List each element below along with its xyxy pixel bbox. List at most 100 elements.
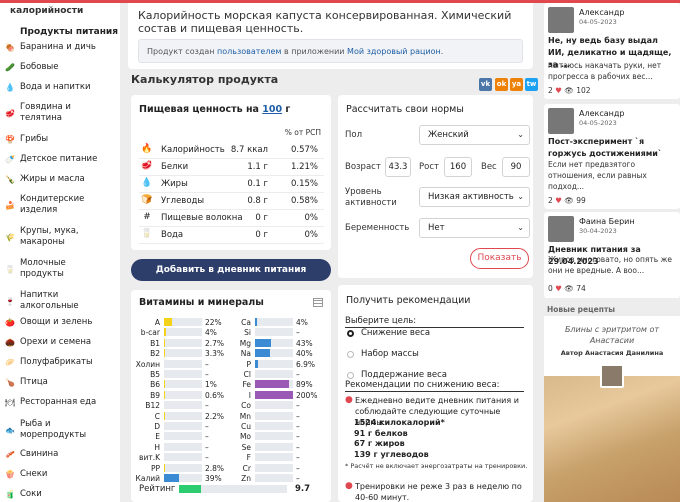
vitamin-name: Mn: [239, 411, 251, 421]
sidebar-item[interactable]: 🍼 Детское питание: [0, 154, 120, 165]
post-stats: 2 ♥ 👁 99: [548, 196, 586, 205]
nutrient-value: 8.7 ккал: [230, 145, 268, 155]
vitamin-row: B2 3.3%: [130, 348, 230, 359]
age-input[interactable]: 43.3: [385, 157, 411, 177]
sidebar-item[interactable]: 🥩 Говядина и телятина: [0, 102, 120, 124]
radio-button[interactable]: [347, 350, 354, 358]
app-link[interactable]: Мой здоровый рацион: [347, 47, 441, 56]
recipe-image[interactable]: [544, 376, 680, 502]
like-icon[interactable]: ♥: [555, 196, 562, 205]
goal-label: Выберите цель:: [345, 316, 524, 328]
vitamin-bar: [255, 318, 293, 326]
recommendations-heading: Получить рекомендации: [346, 295, 471, 306]
footnote: * Расчёт не включает энергозатраты на тр…: [345, 462, 528, 470]
like-icon[interactable]: ♥: [555, 284, 562, 293]
vitamin-row: Na 40%: [221, 348, 321, 359]
post-author[interactable]: Фаина Берин: [579, 217, 635, 226]
feed-post[interactable]: Александр 04-05-2023 Не, ну ведь базу выда…: [544, 3, 680, 99]
creator-user-link[interactable]: пользователем: [217, 47, 281, 56]
sidebar-item[interactable]: 🥓 Свинина: [0, 449, 120, 460]
goal-option[interactable]: Набор массы: [347, 349, 419, 359]
vitamin-percent: –: [296, 463, 300, 473]
views-icon: 👁: [564, 196, 574, 205]
chevron-down-icon: ⌄: [517, 130, 524, 139]
sidebar-item[interactable]: 🍽 Ресторанная еда: [0, 397, 120, 408]
vitamin-bar-fill: [255, 338, 272, 347]
vitamin-bar: [164, 349, 202, 358]
vitamin-bar: [164, 401, 202, 410]
vitamin-bar: [255, 474, 293, 482]
sidebar-item[interactable]: 🍗 Птица: [0, 377, 120, 388]
post-date: 04-05-2023: [579, 119, 617, 127]
weight-input[interactable]: 90: [502, 157, 530, 177]
sidebar-item[interactable]: 🍅 Овощи и зелень: [0, 317, 120, 328]
activity-select[interactable]: Низкая активность ⌄: [419, 187, 530, 207]
vitamin-name: Холин: [135, 359, 160, 369]
radio-button[interactable]: [347, 371, 354, 379]
table-view-icon[interactable]: [313, 298, 323, 307]
height-input[interactable]: 160: [444, 157, 472, 177]
vitamins-heading: Витамины и минералы: [139, 297, 264, 308]
post-title[interactable]: Пост-эксперимент `я горжусь достижениями…: [548, 136, 676, 160]
sidebar-item[interactable]: 🍖 Баранина и дичь: [0, 42, 120, 53]
vitamin-bar: [255, 411, 293, 420]
vitamin-row: Калий 39%: [130, 473, 230, 484]
vitamin-name: B12: [145, 401, 160, 411]
pregnancy-select[interactable]: Нет ⌄: [419, 218, 530, 238]
wine-icon: 🍷: [5, 296, 15, 306]
goal-option[interactable]: Поддержание веса: [347, 370, 447, 380]
vitamin-name: D: [154, 422, 160, 431]
post-author[interactable]: Александр: [579, 109, 624, 118]
alert-icon: ●: [345, 481, 353, 491]
sidebar-item[interactable]: 🐟 Рыба и морепродукты: [0, 419, 120, 441]
nutrient-value: 0.8 г: [247, 196, 268, 206]
show-button[interactable]: Показать: [470, 248, 529, 269]
sex-select[interactable]: Женский ⌄: [419, 125, 530, 145]
post-author[interactable]: Александр: [579, 8, 624, 17]
share-ya-icon[interactable]: ya: [510, 78, 523, 91]
beef-icon: 🥩: [5, 108, 15, 118]
vitamin-bar: [255, 442, 293, 451]
feed-post[interactable]: Александр 04-05-2023 Пост-эксперимент `я г…: [544, 104, 680, 209]
avatar[interactable]: [548, 216, 574, 242]
sidebar-item[interactable]: 🍿 Снеки: [0, 469, 120, 480]
tomato-icon: 🍅: [5, 318, 15, 327]
share-vk-icon[interactable]: vk: [479, 78, 492, 91]
feed-post[interactable]: Фаина Берин 30-04-2023 Дневник питания за …: [544, 212, 680, 298]
nutrition-panel: Пищевая ценность на 100 г % от РСП 🔥 Кало…: [131, 95, 331, 250]
like-icon[interactable]: ♥: [555, 86, 562, 95]
add-to-diary-button[interactable]: Добавить в дневник питания: [131, 259, 331, 281]
vitamin-name: Se: [241, 442, 251, 452]
share-tw-icon[interactable]: tw: [525, 78, 538, 91]
vitamin-percent: 22%: [205, 318, 222, 327]
sidebar-item[interactable]: 🥛 Молочные продукты: [0, 258, 120, 280]
recipe-title[interactable]: Блины с эритритом от Анастасии: [552, 324, 672, 346]
recipe-card[interactable]: Блины с эритритом от Анастасии Автор Ана…: [544, 316, 680, 502]
sidebar-item[interactable]: 🌰 Орехи и семена: [0, 337, 120, 348]
sidebar-item[interactable]: 💧 Вода и напитки: [0, 82, 120, 93]
sidebar-item[interactable]: 🍷 Напитки алкогольные: [0, 290, 120, 312]
beans-icon: 🥒: [5, 63, 15, 72]
share-ok-icon[interactable]: ok: [495, 78, 508, 91]
vitamin-name: E: [155, 432, 160, 442]
vitamin-name: B5: [150, 370, 160, 379]
sidebar-item[interactable]: 🌾 Крупы, мука, макароны: [0, 226, 120, 248]
avatar[interactable]: [548, 7, 574, 33]
sidebar-item[interactable]: 🍰 Кондитерские изделия: [0, 194, 120, 216]
vitamin-percent: 4%: [296, 318, 308, 327]
avatar[interactable]: [548, 108, 574, 134]
radio-button[interactable]: [347, 329, 354, 337]
milk-icon: 🥛: [5, 264, 15, 274]
vitamin-percent: 200%: [296, 390, 318, 400]
amount-link[interactable]: 100: [262, 104, 282, 115]
sidebar-item-label: Детское питание: [20, 154, 98, 164]
sidebar-item[interactable]: 🥒 Бобовые: [0, 62, 120, 73]
sidebar-item[interactable]: 🍄 Грибы: [0, 134, 120, 145]
sidebar-item[interactable]: 🍾 Жиры и масла: [0, 174, 120, 185]
goal-option[interactable]: Снижение веса: [347, 328, 430, 338]
fire-icon: 🔥: [141, 144, 153, 154]
age-label: Возраст: [345, 162, 381, 172]
sidebar-item[interactable]: 🧃 Соки: [0, 489, 120, 500]
sidebar-item[interactable]: 🥟 Полуфабрикаты: [0, 357, 120, 368]
vitamin-name: Ca: [241, 318, 251, 327]
